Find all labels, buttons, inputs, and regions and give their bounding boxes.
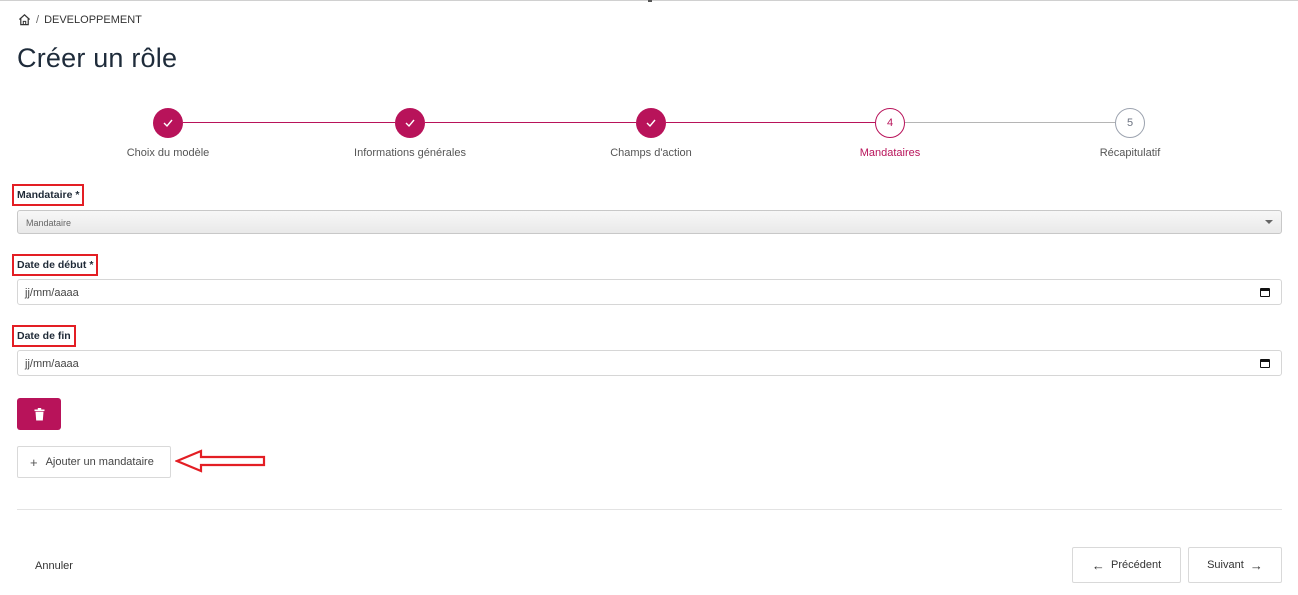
plus-icon: + (30, 454, 38, 470)
cancel-button[interactable]: Annuler (35, 560, 73, 572)
step-2-circle[interactable] (395, 108, 425, 138)
date-fin-placeholder: jj/mm/aaaa (25, 358, 79, 370)
step-5-number: 5 (1126, 117, 1134, 129)
mandataire-select[interactable]: Mandataire (17, 210, 1282, 234)
arrow-right-icon: → (1249, 557, 1263, 573)
step-3-circle[interactable] (636, 108, 666, 138)
step-connector-3 (666, 122, 875, 123)
step-5-circle[interactable]: 5 (1115, 108, 1145, 138)
mandataire-select-value: Mandataire (26, 218, 72, 228)
step-connector-1 (183, 122, 395, 123)
next-button[interactable]: Suivant → (1188, 547, 1282, 583)
step-connector-4 (905, 122, 1115, 123)
step-3-label: Champs d'action (610, 147, 692, 159)
step-1-circle[interactable] (153, 108, 183, 138)
breadcrumb-separator: / (36, 13, 40, 26)
top-notch (648, 0, 652, 2)
date-fin-input[interactable]: jj/mm/aaaa (17, 350, 1282, 376)
step-1-label: Choix du modèle (126, 147, 210, 159)
chevron-down-icon (1265, 220, 1273, 224)
annotation-arrow-icon (175, 449, 266, 473)
delete-mandataire-button[interactable] (17, 398, 61, 430)
page-title: Créer un rôle (17, 43, 178, 73)
breadcrumb: / DEVELOPPEMENT (18, 13, 142, 26)
date-fin-label: Date de fin (12, 325, 76, 347)
step-2-label: Informations générales (354, 147, 466, 159)
calendar-icon[interactable] (1260, 288, 1270, 297)
date-debut-label: Date de début * (12, 254, 99, 276)
add-mandataire-button[interactable]: + Ajouter un mandataire (17, 446, 171, 478)
calendar-icon[interactable] (1260, 359, 1270, 368)
trash-icon (34, 407, 44, 420)
step-5-label: Récapitulatif (1099, 147, 1161, 159)
step-4-circle[interactable]: 4 (875, 108, 905, 138)
mandataire-label: Mandataire * (12, 184, 85, 206)
add-mandataire-label: Ajouter un mandataire (45, 456, 154, 468)
home-icon[interactable] (18, 13, 31, 26)
date-debut-placeholder: jj/mm/aaaa (25, 287, 79, 299)
footer-divider (17, 509, 1282, 510)
arrow-left-icon: ← (1091, 557, 1105, 573)
next-label: Suivant (1207, 559, 1244, 571)
check-icon (163, 119, 173, 128)
check-icon (646, 119, 656, 128)
step-4-number: 4 (886, 117, 894, 129)
previous-label: Précédent (1110, 559, 1162, 571)
check-icon (405, 119, 415, 128)
breadcrumb-section[interactable]: DEVELOPPEMENT (44, 14, 142, 26)
previous-button[interactable]: ← Précédent (1072, 547, 1181, 583)
step-connector-2 (425, 122, 636, 123)
date-debut-input[interactable]: jj/mm/aaaa (17, 279, 1282, 305)
step-4-label: Mandataires (859, 147, 921, 159)
